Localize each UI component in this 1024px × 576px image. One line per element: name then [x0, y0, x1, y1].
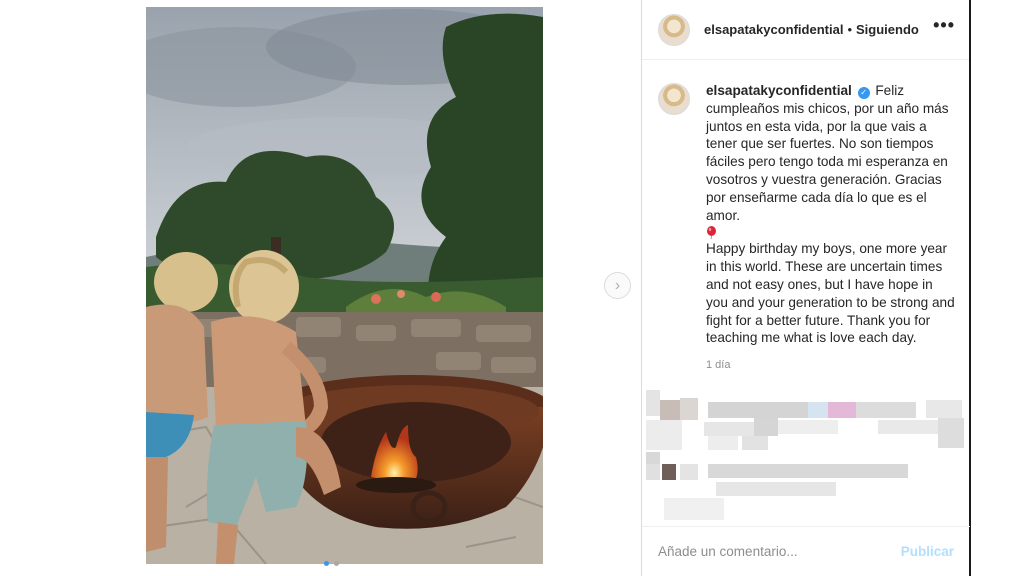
- pixelated-comments: [646, 390, 968, 522]
- post-photo[interactable]: [146, 7, 543, 564]
- carousel-indicator: [324, 561, 339, 566]
- caption-spanish: Feliz cumpleaños mis chicos, por un año …: [706, 83, 949, 223]
- verified-badge-icon: ✓: [857, 87, 870, 99]
- header-username[interactable]: elsapatakyconfidential: [704, 22, 843, 37]
- header-separator: •: [847, 22, 853, 37]
- post-header: elsapatakyconfidential • Siguiendo •••: [642, 0, 969, 60]
- caption-avatar[interactable]: [658, 83, 690, 115]
- carousel-dot-2: [334, 561, 339, 566]
- caption-text-block: elsapatakyconfidential ✓ Feliz cumpleaño…: [706, 82, 955, 375]
- red-balloon-emoji-icon: [707, 226, 716, 240]
- avatar[interactable]: [658, 13, 690, 46]
- instagram-post-view: › elsapatakyconfidential • Siguiendo •••…: [0, 0, 1024, 576]
- caption-english: Happy birthday my boys, one more year in…: [706, 241, 955, 346]
- post-caption: elsapatakyconfidential ✓ Feliz cumpleaño…: [642, 60, 969, 375]
- comment-bar: Publicar: [642, 526, 970, 576]
- comment-input[interactable]: [658, 544, 901, 559]
- publish-button[interactable]: Publicar: [901, 544, 954, 559]
- post-sidebar: elsapatakyconfidential • Siguiendo ••• e…: [641, 0, 971, 576]
- more-options-icon[interactable]: •••: [933, 16, 955, 34]
- chevron-right-icon: ›: [614, 276, 621, 294]
- post-timestamp[interactable]: 1 día: [706, 357, 955, 375]
- photo-image: [146, 7, 543, 564]
- following-button[interactable]: Siguiendo: [856, 22, 919, 37]
- next-photo-button[interactable]: ›: [604, 272, 631, 299]
- caption-username[interactable]: elsapatakyconfidential: [706, 83, 852, 98]
- carousel-dot-1: [324, 561, 329, 566]
